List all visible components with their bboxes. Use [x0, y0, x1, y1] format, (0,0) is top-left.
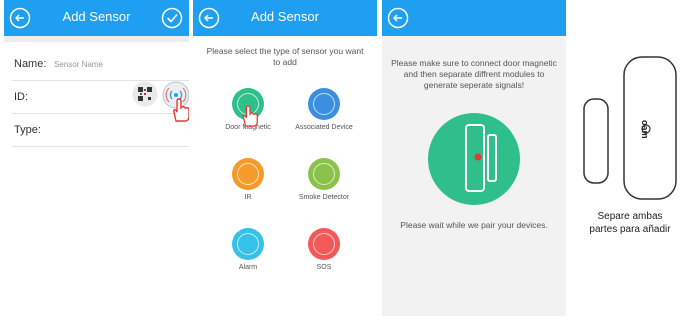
header-divider [4, 36, 189, 42]
associated-device-icon [308, 88, 340, 120]
select-sensor-type-screen: Add Sensor Please select the type of sen… [193, 0, 377, 316]
id-label: ID: [14, 91, 29, 103]
device-brand-logo: oam [640, 120, 650, 139]
header-bar: Add Sensor [4, 0, 189, 36]
sensor-option-sos[interactable]: SOS [294, 228, 354, 271]
smoke-detector-icon [308, 158, 340, 190]
type-label: Type: [14, 124, 41, 136]
sos-icon [308, 228, 340, 260]
back-arrow-icon[interactable] [387, 7, 409, 29]
sensor-option-ir[interactable]: IR [218, 158, 278, 201]
name-row[interactable]: Name: Sensor Name [12, 50, 189, 81]
name-label: Name: [14, 58, 47, 70]
pairing-wait-text: Please wait while we pair your devices. [400, 220, 548, 230]
sensor-name-field[interactable]: Sensor Name [54, 60, 103, 69]
add-sensor-form-screen: Add Sensor Name: Sensor Name ID: Type: [4, 0, 189, 316]
alarm-icon [232, 228, 264, 260]
id-row: ID: [12, 81, 189, 122]
select-type-prompt: Please select the type of sensor you wan… [206, 46, 364, 67]
door-sensor-device-icon [583, 56, 677, 200]
sensor-option-label: IR [244, 194, 252, 201]
sensor-option-label: Associated Device [295, 124, 353, 131]
sensor-option-label: Smoke Detector [298, 194, 350, 201]
sensor-option-label: Alarm [238, 264, 258, 271]
device-caption-line-1: Separe ambas [597, 211, 663, 222]
checkmark-icon[interactable] [161, 7, 183, 29]
sensor-option-alarm[interactable]: Alarm [218, 228, 278, 271]
pairing-screen: Please make sure to connect door magneti… [382, 0, 566, 316]
qr-code-scan-icon[interactable] [132, 81, 158, 107]
ir-sensor-icon [232, 158, 264, 190]
sensor-option-associated-device[interactable]: Associated Device [294, 88, 354, 131]
header-bar [382, 0, 566, 36]
device-caption-line-2: partes para añadir [589, 224, 671, 235]
sensor-option-label: SOS [316, 264, 332, 271]
type-row[interactable]: Type: [12, 116, 189, 147]
tap-hand-icon [242, 105, 258, 127]
pairing-instructions: Please make sure to connect door magneti… [391, 58, 557, 90]
device-caption: Separe ambas partes para añadir [575, 210, 685, 236]
door-magnetic-illustration-icon [428, 113, 520, 205]
page-title: Add Sensor [251, 9, 319, 24]
header-bar: Add Sensor [193, 0, 377, 36]
sensor-option-smoke-detector[interactable]: Smoke Detector [294, 158, 354, 201]
